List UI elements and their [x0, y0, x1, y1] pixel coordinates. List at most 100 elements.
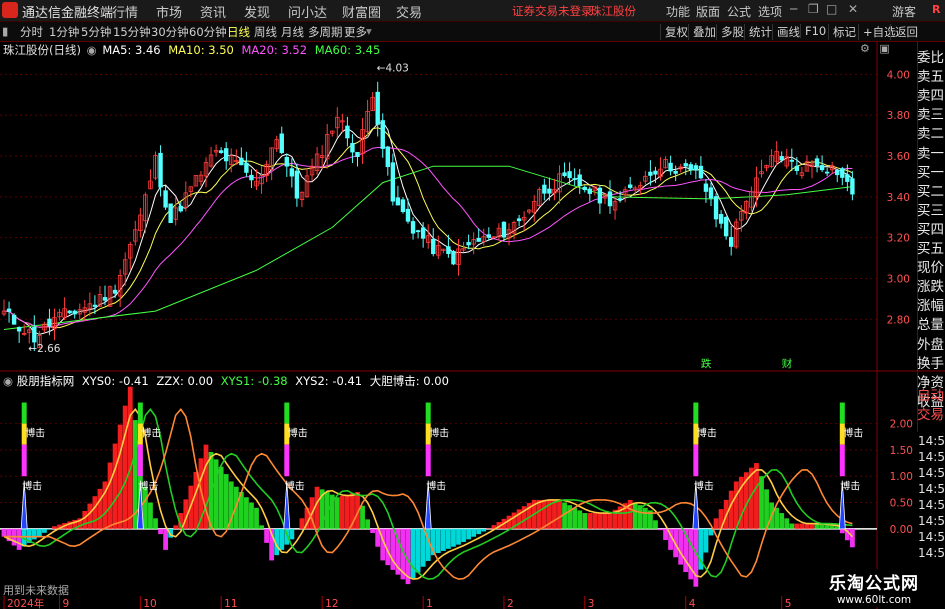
- osc-bar: [345, 494, 350, 529]
- osc-bar: [461, 528, 466, 542]
- chart-controls: ⚙ ▣: [860, 42, 890, 55]
- x-tick-label: 4: [689, 598, 696, 609]
- legend-xys2-name: XYS2: [295, 374, 325, 388]
- osc-bar: [779, 513, 785, 529]
- candle-body: [628, 184, 633, 188]
- candle-body: [845, 174, 850, 182]
- candle-body: [400, 199, 406, 212]
- signal-bar: [137, 444, 143, 477]
- signal-bar: [284, 444, 290, 477]
- candle-body: [693, 165, 699, 171]
- chart-title: 珠江股份(日线): [3, 43, 81, 57]
- osc-bar: [486, 528, 492, 529]
- candle-body: [410, 221, 416, 234]
- candle-body: [102, 297, 108, 301]
- candle-body: [415, 230, 421, 233]
- time-label: 14:50: [918, 482, 945, 496]
- time-label: 14:50: [918, 530, 945, 544]
- osc-bar: [370, 528, 376, 534]
- candle-body: [723, 216, 729, 237]
- candle-body: [587, 188, 592, 194]
- osc-bar: [607, 513, 613, 529]
- osc-bar: [471, 528, 477, 537]
- candle-body: [168, 203, 173, 224]
- legend-ma60-name: MA60: [314, 43, 348, 57]
- osc-bar: [536, 499, 542, 529]
- x-tick-label: 1: [426, 598, 433, 609]
- osc-bar: [693, 528, 699, 587]
- candle-body: [6, 308, 12, 312]
- candle-body: [112, 289, 118, 294]
- signal-label: 博击: [429, 427, 449, 440]
- candle-body: [284, 157, 289, 167]
- osc-tick-label: 1.00: [890, 471, 913, 483]
- high-annotation: ←4.03: [377, 62, 409, 74]
- x-tick-label: 2: [507, 598, 514, 609]
- candle-body: [617, 198, 623, 201]
- signal-label: 博击: [694, 479, 714, 492]
- candle-body: [688, 164, 693, 171]
- osc-bar: [774, 507, 780, 529]
- osc-bar: [602, 513, 608, 529]
- candle-body: [673, 170, 678, 174]
- candle-body: [708, 187, 714, 199]
- time-label: 14:50: [918, 466, 945, 480]
- osc-bar: [794, 523, 800, 529]
- candle-body: [597, 187, 603, 204]
- osc-bar: [713, 518, 719, 529]
- osc-bar: [582, 513, 588, 529]
- signal-bar: [21, 402, 27, 424]
- candle-body: [218, 150, 224, 153]
- candle-body: [279, 133, 284, 154]
- legend-xys1-name: XYS1: [220, 374, 251, 388]
- x-tick-label: 10: [143, 598, 156, 609]
- candle-body: [350, 143, 355, 153]
- x-tick-label: 2024年: [7, 597, 44, 609]
- osc-bar: [127, 386, 133, 529]
- osc-bar: [789, 523, 795, 529]
- expand-icon[interactable]: ▣: [879, 42, 889, 55]
- osc-bar: [824, 525, 830, 529]
- osc-bar: [173, 525, 179, 529]
- osc-bar: [254, 507, 259, 529]
- osc-bar: [42, 528, 47, 533]
- signal-bar: [693, 444, 699, 477]
- candle-body: [355, 151, 360, 157]
- kline-chart[interactable]: 博击博击博击博击博击博击博击博击博击博击博击博击 4.003.803.603.4…: [0, 0, 945, 609]
- watermark: 乐淘公式网 www.60lt.com: [806, 569, 942, 607]
- osc-bar: [541, 499, 547, 529]
- legend-ma10-name: MA10: [168, 43, 201, 57]
- oscillator: 博击博击博击博击博击博击博击博击博击博击博击博击: [0, 386, 877, 587]
- osc-bar: [557, 499, 562, 529]
- candle-body: [653, 170, 658, 175]
- low-annotation: ←2.66: [28, 343, 60, 355]
- osc-bar: [597, 513, 603, 529]
- signal-bar: [425, 444, 431, 477]
- y-tick-label: 2.80: [887, 314, 910, 326]
- signal-label: 博击: [843, 427, 863, 440]
- time-label: 14:52: [918, 450, 945, 464]
- signal-bar: [284, 402, 290, 424]
- candle-body: [607, 191, 613, 207]
- osc-bar: [410, 528, 416, 579]
- signal-bar: [137, 402, 143, 424]
- candle-body: [850, 178, 855, 195]
- settings-icon[interactable]: ⚙: [860, 42, 870, 55]
- osc-bar: [122, 405, 128, 529]
- osc-bar: [223, 474, 229, 529]
- legend-toggle-icon[interactable]: ◉: [87, 43, 97, 57]
- candle-body: [385, 146, 390, 168]
- candle-body: [779, 156, 784, 161]
- osc-tick-label: 1.50: [890, 445, 913, 457]
- osc-bar: [1, 528, 7, 537]
- osc-bar: [112, 443, 118, 529]
- candle-body: [501, 221, 507, 238]
- legend-xys0-value: -0.41: [118, 374, 149, 388]
- candle-body: [72, 310, 77, 315]
- candle-body: [244, 162, 249, 173]
- candle-body: [516, 218, 522, 222]
- osc-bar: [642, 507, 648, 529]
- x-tick-label: 5: [785, 598, 792, 609]
- indicator-toggle-icon[interactable]: ◉: [3, 374, 13, 388]
- osc-tick-label: 0.50: [890, 498, 913, 510]
